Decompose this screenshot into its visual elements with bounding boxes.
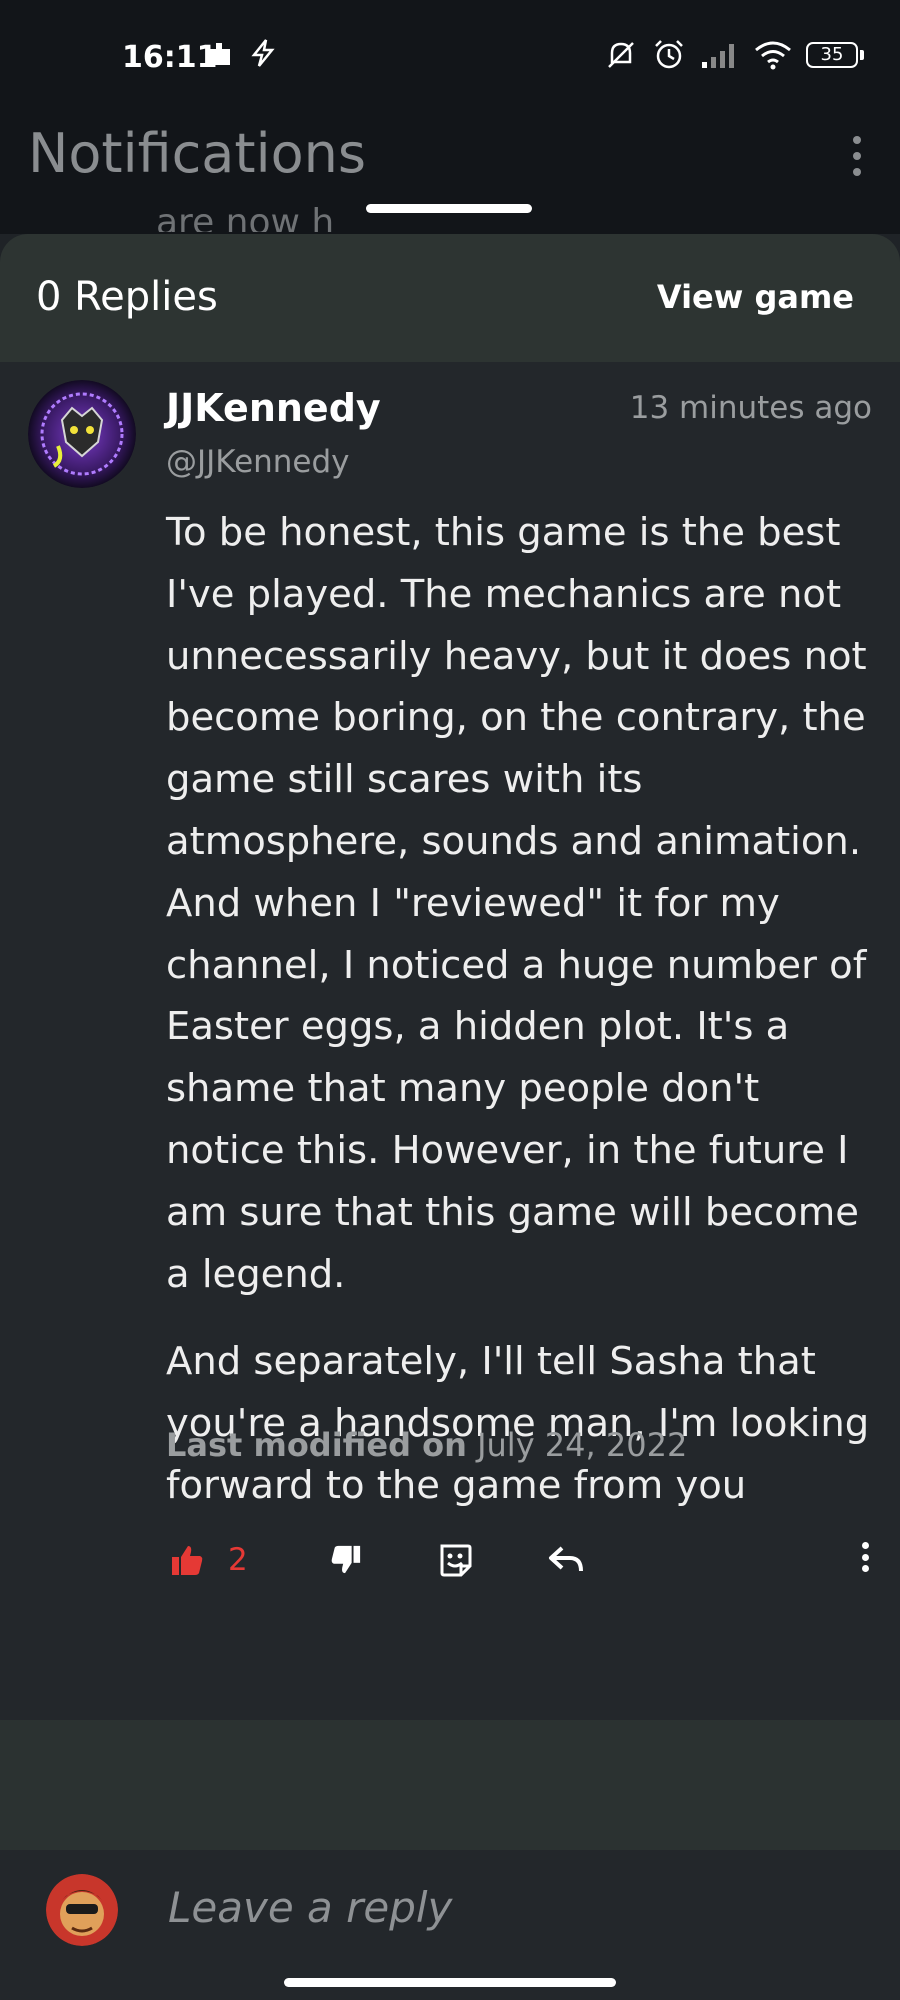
- wifi-icon: [755, 41, 791, 70]
- avatar[interactable]: [28, 380, 136, 488]
- comment-card: JJKennedy @JJKennedy 13 minutes ago To b…: [0, 362, 900, 1720]
- emoji-reaction-button[interactable]: [437, 1540, 473, 1580]
- author-name[interactable]: JJKennedy: [166, 386, 381, 430]
- page-title: Notifications: [28, 122, 366, 185]
- thumbs-up-icon: [172, 1546, 203, 1575]
- last-modified-label: Last modified on: [166, 1426, 467, 1464]
- more-options-icon[interactable]: [842, 132, 872, 180]
- add-reaction-icon: [440, 1544, 472, 1577]
- status-bar: 16:11 35: [0, 0, 900, 110]
- home-gesture-bar[interactable]: [284, 1978, 616, 1987]
- user-avatar[interactable]: [46, 1874, 118, 1946]
- app-bar: Notifications: [0, 110, 900, 234]
- reply-input[interactable]: [166, 1882, 850, 1933]
- replies-sheet: 0 Replies View game JJKennedy @JJKennedy…: [0, 234, 900, 2000]
- empty-replies-area: [0, 1720, 900, 1850]
- author-handle: @JJKennedy: [166, 444, 350, 480]
- battery-level: 35: [806, 42, 858, 68]
- status-time: 16:11: [122, 40, 218, 75]
- thumbs-down-icon: [331, 1545, 361, 1574]
- sheet-drag-handle[interactable]: [366, 204, 532, 213]
- sheet-header: 0 Replies View game: [0, 234, 900, 362]
- notification-icon: [210, 43, 230, 65]
- like-button[interactable]: 2: [170, 1540, 248, 1580]
- background-content-text: are now h: [156, 202, 335, 232]
- battery-icon: 35: [806, 42, 864, 68]
- reply-arrow-icon: [549, 1546, 583, 1572]
- view-game-button[interactable]: View game: [657, 278, 854, 316]
- comment-paragraph: To be honest, this game is the best I've…: [166, 510, 867, 1297]
- comment-timestamp: 13 minutes ago: [629, 390, 872, 426]
- charging-flash-icon: [251, 39, 275, 67]
- last-modified: Last modified on July 24, 2022: [166, 1426, 687, 1464]
- mute-icon: [608, 42, 634, 68]
- comment-more-options-icon[interactable]: [860, 1542, 870, 1572]
- like-count: 2: [228, 1542, 248, 1578]
- reply-button[interactable]: [548, 1540, 584, 1580]
- comment-actions: 2: [0, 1528, 900, 1588]
- dislike-button[interactable]: [330, 1540, 362, 1580]
- alarm-icon: [655, 40, 683, 69]
- comment-paragraph: And separately, I'll tell Sasha that you…: [166, 1339, 870, 1508]
- comment-body: To be honest, this game is the best I've…: [166, 502, 878, 1543]
- signal-icon: [702, 44, 734, 68]
- last-modified-date: July 24, 2022: [477, 1426, 688, 1464]
- replies-count-title: 0 Replies: [36, 274, 218, 320]
